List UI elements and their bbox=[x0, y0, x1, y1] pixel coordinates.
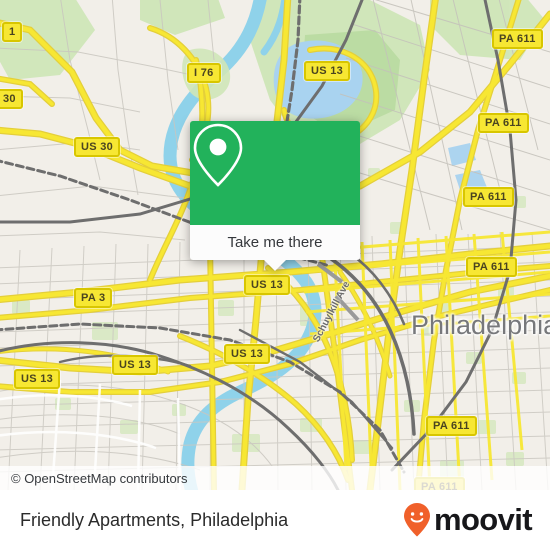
moovit-logo[interactable]: moovit bbox=[403, 502, 550, 538]
route-shield[interactable]: PA 611 bbox=[463, 187, 514, 207]
route-shield[interactable]: US 13 bbox=[112, 355, 159, 375]
take-me-there-label: Take me there bbox=[227, 234, 323, 251]
moovit-pin-icon bbox=[403, 503, 430, 537]
attribution-text[interactable]: © OpenStreetMap contributors bbox=[0, 471, 188, 486]
route-shield[interactable]: US 13 bbox=[14, 369, 61, 389]
map-pin-icon bbox=[193, 123, 243, 187]
footer-bar: Friendly Apartments, Philadelphia moovit bbox=[0, 490, 550, 550]
route-shield[interactable]: US 13 bbox=[224, 344, 271, 364]
map-canvas[interactable]: 1 30 US 30 I 76 US 13 PA 611 PA 611 PA 6… bbox=[0, 0, 550, 490]
route-shield[interactable]: PA 611 bbox=[466, 257, 517, 277]
popup-header bbox=[190, 121, 360, 225]
route-shield[interactable]: PA 611 bbox=[426, 416, 477, 436]
route-shield[interactable]: PA 3 bbox=[74, 288, 113, 308]
place-label-philadelphia: Philadelphia bbox=[411, 310, 550, 340]
route-shield[interactable]: 1 bbox=[2, 22, 23, 42]
route-shield[interactable]: US 13 bbox=[304, 61, 351, 81]
route-shield[interactable]: US 30 bbox=[74, 137, 121, 157]
route-shield[interactable]: PA 611 bbox=[478, 113, 529, 133]
moovit-wordmark: moovit bbox=[433, 502, 533, 537]
popup-pointer-tail bbox=[264, 260, 286, 271]
page-title: Friendly Apartments, Philadelphia bbox=[20, 509, 289, 530]
route-shield[interactable]: I 76 bbox=[187, 63, 221, 83]
route-shield[interactable]: 30 bbox=[0, 89, 23, 109]
map-attribution: © OpenStreetMap contributors bbox=[0, 466, 550, 490]
popup-action-bar[interactable]: Take me there bbox=[190, 225, 360, 260]
map-screenshot: 1 30 US 30 I 76 US 13 PA 611 PA 611 PA 6… bbox=[0, 0, 550, 550]
route-shield[interactable]: PA 611 bbox=[492, 29, 543, 49]
location-popup-card[interactable]: Take me there bbox=[190, 121, 360, 271]
route-shield[interactable]: US 13 bbox=[244, 275, 291, 295]
